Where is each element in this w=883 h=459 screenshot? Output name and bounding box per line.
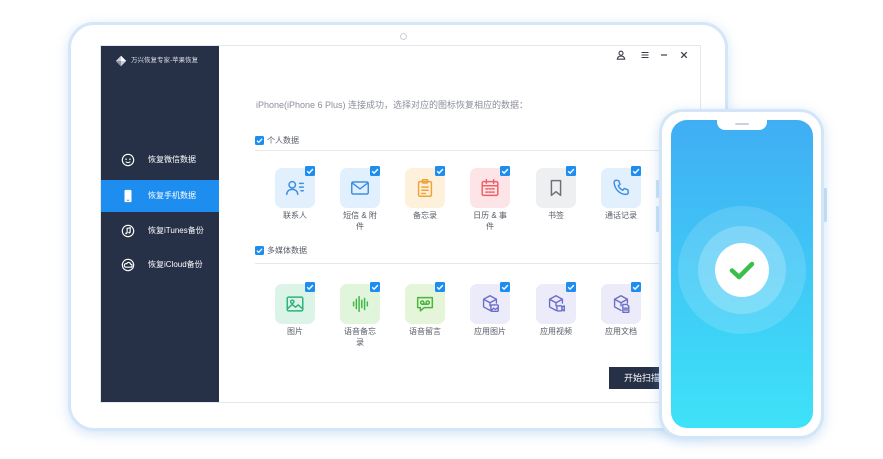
voicemail-checkbox[interactable] <box>435 282 445 292</box>
app-photos-checkbox[interactable] <box>500 282 510 292</box>
sidebar-item-icloud[interactable]: 恢复iCloud备份 <box>101 249 219 281</box>
voice-memos-checkbox[interactable] <box>370 282 380 292</box>
app-photos-label: 应用图片 <box>474 327 506 336</box>
sidebar-item-label: 恢复手机数据 <box>148 191 196 200</box>
app-videos-label: 应用视频 <box>540 327 572 336</box>
stage: 万兴恢复专家-苹果恢复 恢复微信数据 恢复手机数据 恢复iTunes备份 恢复i… <box>0 0 883 459</box>
data-type-voicemail[interactable]: 语音留言 <box>405 282 445 336</box>
phone-notch <box>717 120 767 130</box>
messages-checkbox[interactable] <box>370 166 380 176</box>
user-icon[interactable] <box>616 50 626 60</box>
data-type-notes[interactable]: 备忘录 <box>405 166 445 220</box>
phone-icon <box>121 189 135 203</box>
app-documents-checkbox[interactable] <box>631 282 641 292</box>
app-videos-checkbox[interactable] <box>566 282 576 292</box>
data-type-bookmarks[interactable]: 书签 <box>536 166 576 220</box>
data-type-app-documents[interactable]: 应用文档 <box>601 282 641 336</box>
data-type-calendar[interactable]: 日历 & 事件 <box>470 166 510 231</box>
instruction-text: iPhone(iPhone 6 Plus) 连接成功，选择对应的图标恢复相应的数… <box>256 100 529 110</box>
calendar-label: 日历 & 事件 <box>473 211 507 231</box>
app-documents-label: 应用文档 <box>605 327 637 336</box>
check-icon <box>729 261 755 280</box>
personal-data-checkbox[interactable] <box>255 136 264 145</box>
bookmarks-checkbox[interactable] <box>566 166 576 176</box>
wechat-icon <box>121 153 135 167</box>
data-type-app-photos[interactable]: 应用图片 <box>470 282 510 336</box>
call-log-label: 通话记录 <box>605 211 637 220</box>
voicemail-label: 语音留言 <box>409 327 441 336</box>
phone-screen <box>671 120 813 428</box>
menu-icon[interactable] <box>640 50 650 60</box>
notes-label: 备忘录 <box>413 211 437 220</box>
contacts-label: 联系人 <box>283 211 307 220</box>
divider <box>255 150 690 151</box>
success-badge <box>715 243 769 297</box>
main-panel: iPhone(iPhone 6 Plus) 连接成功，选择对应的图标恢复相应的数… <box>219 46 700 402</box>
bookmarks-label: 书签 <box>548 211 564 220</box>
phone-speaker <box>735 123 749 125</box>
section-personal-data[interactable]: 个人数据 <box>255 134 299 147</box>
app-title: 万兴恢复专家-苹果恢复 <box>131 57 199 64</box>
photos-checkbox[interactable] <box>305 282 315 292</box>
data-type-call-log[interactable]: 通话记录 <box>601 166 641 220</box>
sidebar-item-wechat[interactable]: 恢复微信数据 <box>101 144 219 176</box>
media-data-checkbox[interactable] <box>255 246 264 255</box>
sidebar-item-phone[interactable]: 恢复手机数据 <box>101 180 219 212</box>
sidebar-item-itunes[interactable]: 恢复iTunes备份 <box>101 215 219 247</box>
contacts-checkbox[interactable] <box>305 166 315 176</box>
messages-label: 短信 & 附件 <box>343 211 377 231</box>
calendar-checkbox[interactable] <box>500 166 510 176</box>
data-type-contacts[interactable]: 联系人 <box>275 166 315 220</box>
data-type-app-videos[interactable]: 应用视频 <box>536 282 576 336</box>
sidebar-item-label: 恢复微信数据 <box>148 155 196 164</box>
divider <box>255 263 690 264</box>
diamond-logo-icon <box>115 55 127 67</box>
itunes-icon <box>121 224 135 238</box>
tablet-frame: 万兴恢复专家-苹果恢复 恢复微信数据 恢复手机数据 恢复iTunes备份 恢复i… <box>68 22 728 431</box>
icloud-icon <box>121 258 135 272</box>
notes-checkbox[interactable] <box>435 166 445 176</box>
minimize-icon[interactable] <box>659 50 669 60</box>
sidebar-item-label: 恢复iCloud备份 <box>148 260 203 269</box>
section-media-data[interactable]: 多媒体数据 <box>255 244 307 257</box>
photos-label: 图片 <box>287 327 303 336</box>
personal-data-label: 个人数据 <box>267 136 299 145</box>
data-type-voice-memos[interactable]: 语音备忘录 <box>340 282 380 347</box>
media-data-label: 多媒体数据 <box>267 246 307 255</box>
phone-illustration <box>659 109 824 439</box>
sidebar: 万兴恢复专家-苹果恢复 恢复微信数据 恢复手机数据 恢复iTunes备份 恢复i… <box>101 46 219 402</box>
close-icon[interactable] <box>679 50 689 60</box>
app-window: 万兴恢复专家-苹果恢复 恢复微信数据 恢复手机数据 恢复iTunes备份 恢复i… <box>101 46 700 402</box>
phone-side-button <box>824 188 827 222</box>
tablet-camera <box>400 33 407 40</box>
sidebar-item-label: 恢复iTunes备份 <box>148 226 204 235</box>
brand: 万兴恢复专家-苹果恢复 <box>115 55 198 67</box>
data-type-messages[interactable]: 短信 & 附件 <box>340 166 380 231</box>
data-type-photos[interactable]: 图片 <box>275 282 315 336</box>
voice-memos-label: 语音备忘录 <box>344 327 376 347</box>
call-log-checkbox[interactable] <box>631 166 641 176</box>
